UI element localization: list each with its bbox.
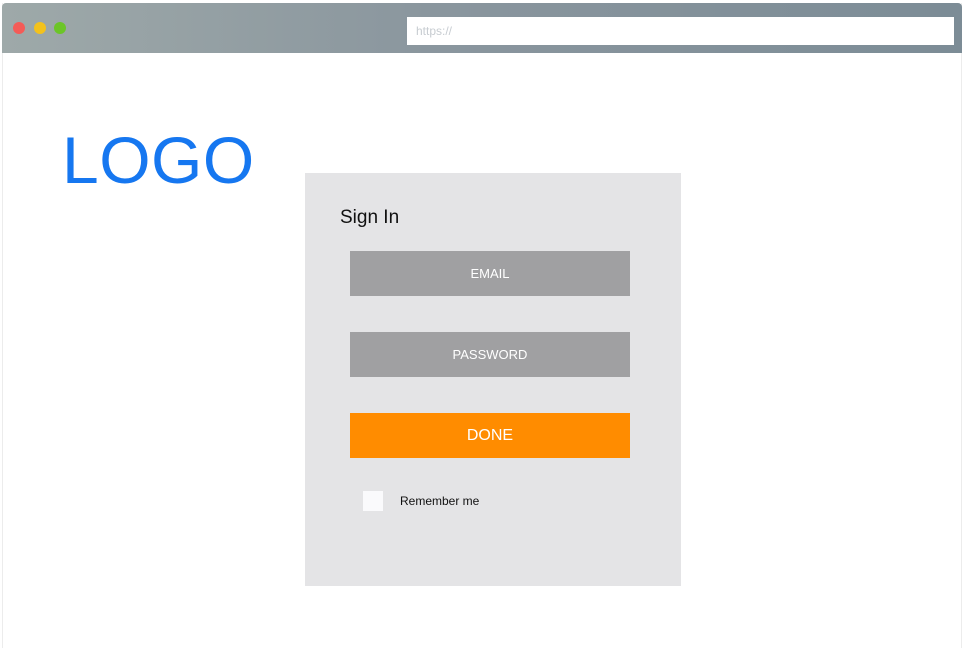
minimize-window-button[interactable]: [34, 22, 46, 34]
address-bar[interactable]: https://: [407, 17, 954, 45]
password-field[interactable]: PASSWORD: [350, 332, 630, 377]
browser-titlebar: https://: [2, 3, 962, 53]
done-button[interactable]: DONE: [350, 413, 630, 458]
remember-me-checkbox[interactable]: [363, 491, 383, 511]
maximize-window-button[interactable]: [54, 22, 66, 34]
email-field[interactable]: EMAIL: [350, 251, 630, 296]
sign-in-panel: Sign In EMAIL PASSWORD DONE Remember me: [305, 173, 681, 586]
logo: LOGO: [62, 123, 255, 197]
close-window-button[interactable]: [13, 22, 25, 34]
sign-in-title: Sign In: [340, 207, 400, 228]
remember-me-label: Remember me: [400, 494, 480, 508]
